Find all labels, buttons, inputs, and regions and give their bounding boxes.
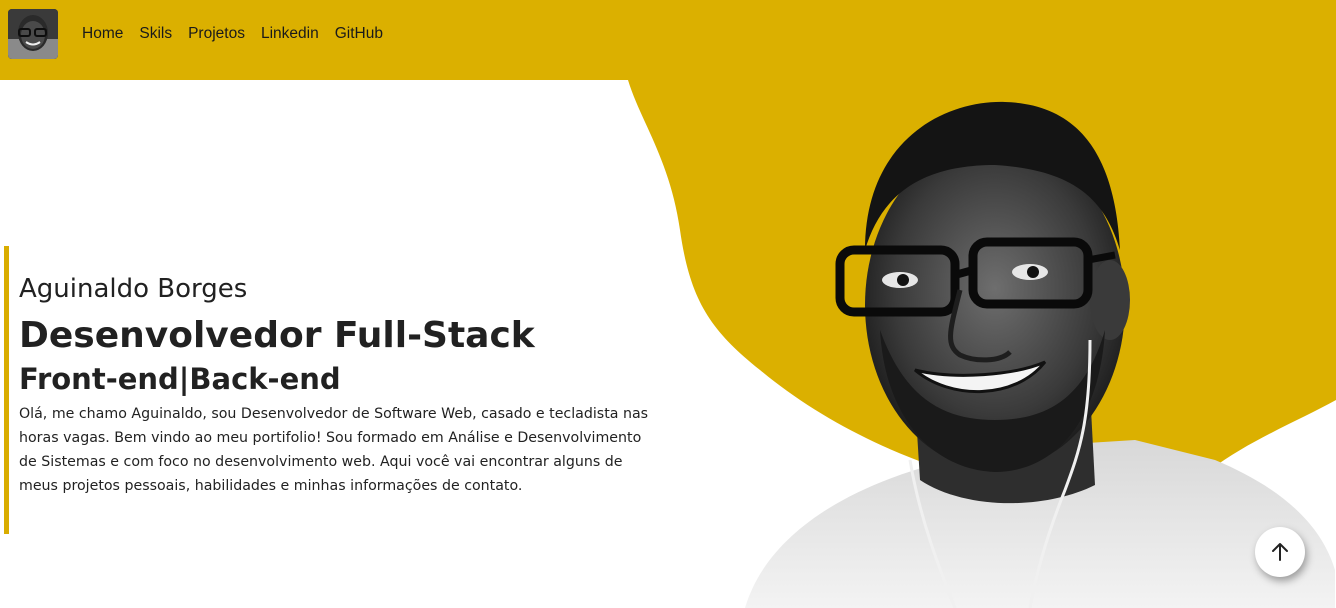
back-to-top-button[interactable] — [1255, 527, 1305, 577]
nav-links: Home Skils Projetos Linkedin GitHub — [82, 24, 399, 44]
hero-description: Olá, me chamo Aguinaldo, sou Desenvolved… — [19, 406, 649, 494]
avatar-photo-icon — [8, 9, 58, 59]
nav-link-home[interactable]: Home — [82, 24, 123, 44]
hero-role: Desenvolvedor Full-Stack — [19, 315, 535, 356]
portfolio-page: Home Skils Projetos Linkedin GitHub Agui… — [0, 0, 1336, 608]
hero-name: Aguinaldo Borges — [19, 274, 248, 304]
hero-subtitle: Front-end|Back-end — [19, 362, 341, 396]
nav-avatar[interactable] — [8, 9, 58, 59]
nav-link-linkedin[interactable]: Linkedin — [261, 24, 319, 44]
nav-link-skills[interactable]: Skils — [139, 24, 172, 44]
nav-link-projects[interactable]: Projetos — [188, 24, 245, 44]
nav-link-github[interactable]: GitHub — [335, 24, 383, 44]
arrow-up-icon — [1272, 543, 1288, 561]
profile-portrait-image — [745, 101, 1335, 608]
hero-section: Aguinaldo Borges Desenvolvedor Full-Stac… — [4, 246, 654, 534]
navbar: Home Skils Projetos Linkedin GitHub — [0, 0, 1336, 80]
